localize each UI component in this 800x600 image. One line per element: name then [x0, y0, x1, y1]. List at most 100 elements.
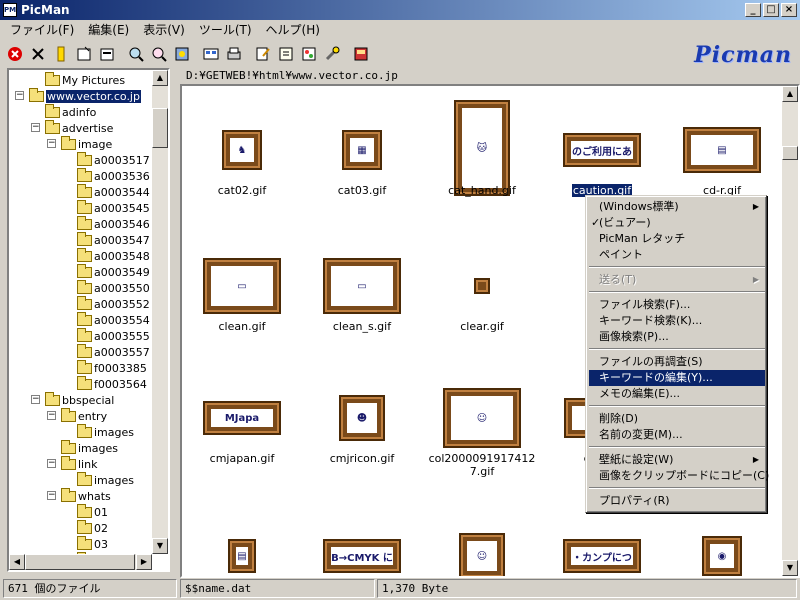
tree-item[interactable]: a0003557	[77, 343, 150, 360]
print-icon[interactable]	[223, 43, 245, 65]
tree-item[interactable]: 01	[77, 503, 108, 520]
tree-item[interactable]: a0003547	[77, 231, 150, 248]
context-menu-item[interactable]: 名前の変更(M)...	[589, 427, 765, 443]
minimize-button[interactable]: _	[745, 3, 761, 17]
thumbnail-item[interactable]: MJapa cmjapan.gif	[182, 354, 302, 484]
thumbnail-icon[interactable]	[200, 43, 222, 65]
tree-item[interactable]: f0003564	[77, 375, 147, 392]
tree-expand-toggle[interactable]: −	[31, 395, 40, 404]
menu-view[interactable]: 表示(V)	[136, 21, 192, 39]
tree-item[interactable]: − whats	[47, 487, 111, 504]
tree-expand-toggle[interactable]: −	[31, 123, 40, 132]
thumbnail-item[interactable]: ▦ cat03.gif	[302, 86, 422, 216]
tree-item[interactable]: f0003385	[77, 359, 147, 376]
tree-item[interactable]: a0003550	[77, 279, 150, 296]
context-menu-item[interactable]: プロパティ(R)	[589, 493, 765, 509]
tree-item[interactable]: My Pictures	[45, 71, 125, 88]
tree-item[interactable]: a0003552	[77, 295, 150, 312]
tree-item[interactable]: images	[61, 439, 118, 456]
maximize-button[interactable]: □	[763, 3, 779, 17]
tree-item[interactable]: − entry	[47, 407, 107, 424]
thumbnail-item[interactable]: B→CMYK に	[302, 492, 422, 576]
thumbnail-item[interactable]: ☺ col2000091917412 7.gif	[422, 354, 542, 484]
main-vscrollbar[interactable]: ▲ ▼	[782, 86, 798, 576]
tree-item[interactable]: a0003545	[77, 199, 150, 216]
context-menu-item[interactable]: PicMan レタッチ	[589, 231, 765, 247]
tree-item[interactable]: − advertise	[31, 119, 113, 136]
delete-icon[interactable]	[27, 43, 49, 65]
tree-item[interactable]: − link	[47, 455, 97, 472]
menu-help[interactable]: ヘルプ(H)	[259, 21, 327, 39]
context-menu-item[interactable]: ✓ (ビュアー)	[589, 215, 765, 231]
tree-scroll-thumb[interactable]	[152, 108, 168, 148]
tree-item[interactable]: 03	[77, 535, 108, 552]
tree-item[interactable]: a0003549	[77, 263, 150, 280]
book-icon[interactable]	[350, 43, 372, 65]
menu-file[interactable]: ファイル(F)	[3, 21, 81, 39]
tree-item[interactable]: a0003548	[77, 247, 150, 264]
find-icon[interactable]	[148, 43, 170, 65]
tree-item[interactable]: images	[77, 423, 134, 440]
tree-vscrollbar[interactable]: ▲ ▼	[152, 70, 168, 554]
tree-item[interactable]: a0003536	[77, 167, 150, 184]
main-scroll-down[interactable]: ▼	[782, 560, 798, 576]
thumbnail-item[interactable]: ♞ cat02.gif	[182, 86, 302, 216]
tree-item[interactable]: a0003546	[77, 215, 150, 232]
tree-item[interactable]: a0003555	[77, 327, 150, 344]
tree-expand-toggle[interactable]: −	[47, 491, 56, 500]
bookmark-icon[interactable]	[50, 43, 72, 65]
context-menu-item[interactable]: 壁紙に設定(W) ▶	[589, 452, 765, 468]
tree-hscrollbar[interactable]: ◀ ▶	[9, 554, 152, 570]
main-scroll-thumb[interactable]	[782, 146, 798, 160]
view-icon[interactable]	[171, 43, 193, 65]
context-menu-item[interactable]: キーワードの編集(Y)...	[589, 370, 765, 386]
tree-scroll-down[interactable]: ▼	[152, 538, 168, 554]
thumbnail-item[interactable]: ▭ clean_s.gif	[302, 222, 422, 352]
context-menu-item[interactable]: 画像検索(P)...	[589, 329, 765, 345]
tree-scroll-up[interactable]: ▲	[152, 70, 168, 86]
tree-scroll-left[interactable]: ◀	[9, 554, 25, 570]
folder-tree[interactable]: My Pictures − www.vector.co.jp adinfo − adver…	[7, 68, 170, 572]
tree-expand-toggle[interactable]: −	[47, 411, 56, 420]
tree-item[interactable]: − image	[47, 135, 112, 152]
thumbnail-item[interactable]: ☻ cmjricon.gif	[302, 354, 422, 484]
tree-item[interactable]: adinfo	[45, 103, 96, 120]
tree-item[interactable]: a0003544	[77, 183, 150, 200]
app-icon[interactable]: PM	[3, 3, 17, 17]
memo-icon[interactable]	[275, 43, 297, 65]
context-menu-item[interactable]: メモの編集(E)...	[589, 386, 765, 402]
context-menu-item[interactable]: ファイルの再調査(S)	[589, 354, 765, 370]
context-menu-item[interactable]: キーワード検索(K)...	[589, 313, 765, 329]
tree-expand-toggle[interactable]: −	[47, 139, 56, 148]
context-menu-item[interactable]: 削除(D)	[589, 411, 765, 427]
tree-expand-toggle[interactable]: −	[47, 459, 56, 468]
edit-icon[interactable]	[252, 43, 274, 65]
stop-icon[interactable]	[4, 43, 26, 65]
tree-item[interactable]: 02	[77, 519, 108, 536]
tree-scroll-right[interactable]: ▶	[136, 554, 152, 570]
context-menu-item[interactable]: (Windows標準) ▶	[589, 199, 765, 215]
tree-item[interactable]: − bbspecial	[31, 391, 114, 408]
menu-edit[interactable]: 編集(E)	[81, 21, 136, 39]
thumbnail-item[interactable]: 🐱 cat_hand.gif	[422, 86, 542, 216]
paint-icon[interactable]	[298, 43, 320, 65]
thumbnail-item[interactable]: ▭ clean.gif	[182, 222, 302, 352]
zoom-icon[interactable]	[125, 43, 147, 65]
tree-hscroll-thumb[interactable]	[25, 554, 135, 570]
context-menu-item[interactable]: ファイル検索(F)...	[589, 297, 765, 313]
thumbnail-item[interactable]: ▤	[182, 492, 302, 576]
close-button[interactable]: ×	[781, 3, 797, 17]
thumbnail-item[interactable]: ☺	[422, 492, 542, 576]
tree-item[interactable]: images	[77, 471, 134, 488]
context-menu-item[interactable]: 画像をクリップボードにコピー(C)	[589, 468, 769, 484]
tools-icon[interactable]	[321, 43, 343, 65]
properties-icon[interactable]	[96, 43, 118, 65]
tree-item[interactable]: a0003554	[77, 311, 150, 328]
menu-tools[interactable]: ツール(T)	[192, 21, 259, 39]
tree-item[interactable]: − www.vector.co.jp	[15, 87, 141, 104]
new-icon[interactable]	[73, 43, 95, 65]
thumbnail-item[interactable]: clear.gif	[422, 222, 542, 352]
tree-item[interactable]: a0003517	[77, 151, 150, 168]
context-menu-item[interactable]: ペイント	[589, 247, 765, 263]
main-scroll-up[interactable]: ▲	[782, 86, 798, 102]
